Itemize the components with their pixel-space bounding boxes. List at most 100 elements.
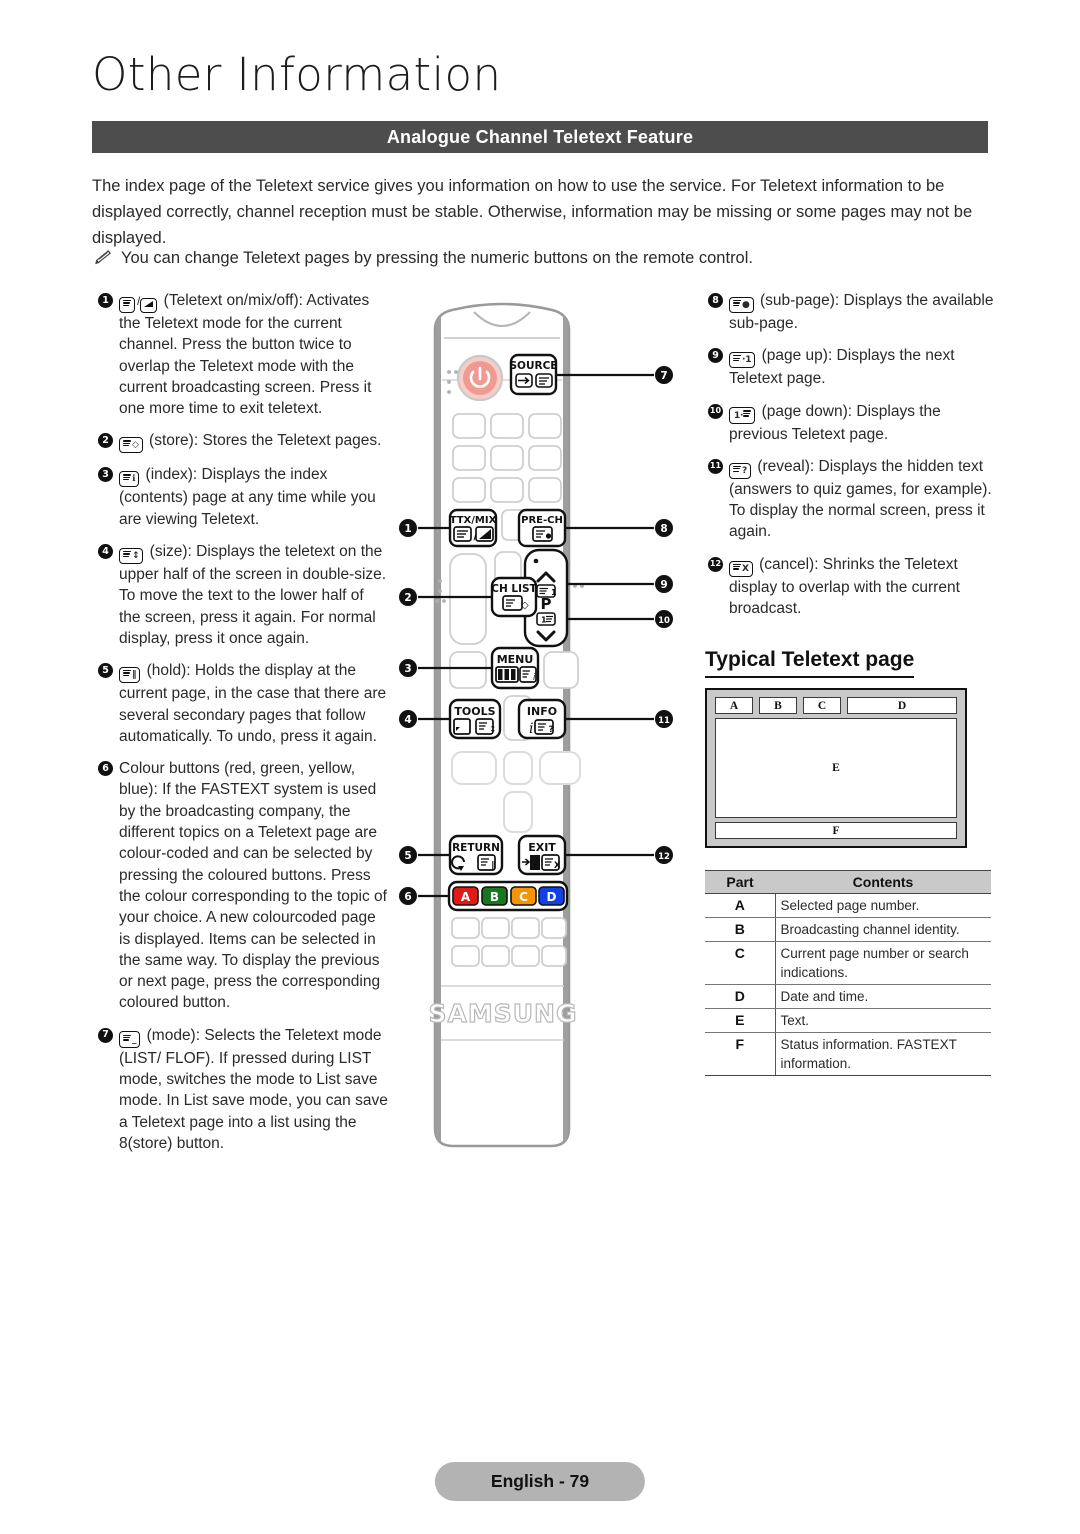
cell-part: F [705,1032,776,1076]
cell-contents: Date and time. [775,984,991,1009]
left-description-column: 1 / (Teletext on/mix/off): Activates the… [98,290,388,1165]
svg-text:5: 5 [404,850,411,862]
svg-text:SOURCE: SOURCE [510,360,558,372]
callout-number: 4 [98,544,119,560]
svg-text:PRE-CH: PRE-CH [521,515,563,526]
list-item: 5 ‖ (hold): Holds the display at the cur… [98,660,388,747]
list-item-text: (size): Displays the teletext on the upp… [119,543,387,647]
svg-text:12: 12 [658,852,670,862]
svg-text:8: 8 [660,523,667,535]
page-down-icon: 1· [729,407,756,424]
list-item-body: ● (sub-page): Displays the available sub… [729,290,996,334]
svg-text:6: 6 [404,891,411,903]
svg-text:P: P [541,595,552,613]
svg-text:3: 3 [404,663,411,675]
manual-page: Other Information Analogue Channel Telet… [0,0,1080,1534]
svg-text:D: D [547,890,557,904]
svg-text:CH LIST: CH LIST [491,583,537,595]
right-description-column: 8 ● (sub-page): Displays the available s… [708,290,996,630]
list-item-text: (mode): Selects the Teletext mode (LIST/… [119,1026,388,1152]
svg-text:RETURN: RETURN [452,842,500,854]
svg-text:9: 9 [660,579,667,591]
reveal-icon: ? [729,462,752,479]
svg-text:4: 4 [404,714,411,726]
svg-text:2: 2 [404,592,411,604]
table-row: B Broadcasting channel identity. [705,917,991,942]
diagram-part-f: F [715,822,957,839]
list-item-body: / (Teletext on/mix/off): Activates the T… [119,292,372,418]
table-header-row: Part Contents [705,870,991,894]
svg-text:MENU: MENU [497,653,534,666]
list-item-text: (page down): Displays the previous Telet… [729,402,941,443]
list-item-body: X (cancel): Shrinks the Teletext display… [729,554,996,620]
diagram-part-a: A [715,697,753,714]
svg-text:B: B [490,890,499,904]
list-item-body: ◇ (store): Stores the Teletext pages. [119,430,388,454]
mode-icon: _ [119,1031,141,1048]
cell-contents: Status information. FASTEXT information. [775,1032,991,1076]
list-item-body: ‖ (hold): Holds the display at the curre… [119,660,388,747]
intro-paragraph: The index page of the Teletext service g… [92,177,973,247]
section-band: Analogue Channel Teletext Feature [92,121,988,153]
table-row: C Current page number or search indicati… [705,941,991,985]
cell-part: B [705,917,776,942]
remote-control-illustration: SOURCE TTX/MIX / [392,296,692,1176]
svg-text:A: A [461,890,471,904]
table-row: D Date and time. [705,984,991,1009]
table-row: A Selected page number. [705,893,991,918]
cell-contents: Current page number or search indication… [775,941,991,985]
svg-text:EXIT: EXIT [528,841,556,854]
list-item: 7 _ (mode): Selects the Teletext mode (L… [98,1025,388,1154]
hold-icon: ‖ [119,667,141,684]
list-item-body: ℹ (index): Displays the index (contents)… [119,464,388,530]
teletext-mix-icon [140,298,158,313]
list-item-body: ·1 (page up): Displays the next Teletext… [729,345,996,389]
svg-text:↕: ↕ [489,725,497,735]
callout-number: 12 [708,556,729,572]
callout-number: 9 [708,348,729,364]
cell-part: C [705,941,776,985]
svg-text:i: i [529,721,533,737]
list-item: 2 ◇ (store): Stores the Teletext pages. [98,430,388,454]
callout-number: 6 [98,761,119,777]
sub-page-icon: ● [729,296,754,313]
svg-text:C: C [519,890,528,904]
page-title: Other Information [92,48,502,101]
callout-number: 11 [708,458,729,474]
index-icon: ℹ [119,471,140,488]
diagram-part-e: E [715,718,957,818]
size-icon: ↕ [119,547,144,565]
svg-text:‖: ‖ [491,861,496,871]
svg-text:X: X [554,861,561,871]
list-item-text: (page up): Displays the next Teletext pa… [729,347,955,388]
svg-text:◇: ◇ [521,600,529,611]
callout-number: 10 [708,403,729,419]
svg-text:SAMSUNG: SAMSUNG [429,999,578,1028]
list-item-body: 1· (page down): Displays the previous Te… [729,401,996,445]
teletext-on-icon [119,296,135,313]
cell-contents: Text. [775,1008,991,1033]
callout-number: 8 [708,293,729,308]
list-item: 12 X (cancel): Shrinks the Teletext disp… [708,554,996,620]
list-item: 9 ·1 (page up): Displays the next Telete… [708,345,996,389]
list-item: 8 ● (sub-page): Displays the available s… [708,290,996,334]
list-item-text: (index): Displays the index (contents) p… [119,466,376,528]
diagram-part-d: D [847,697,957,714]
list-item: 4 ↕ (size): Displays the teletext on the… [98,541,388,649]
svg-text:10: 10 [658,616,670,626]
svg-text:1: 1 [404,523,411,535]
typical-teletext-page-heading: Typical Teletext page [705,648,915,678]
svg-text:TOOLS: TOOLS [454,705,495,718]
pencil-note-icon [95,248,112,272]
parts-contents-table: Part Contents A Selected page number. B … [705,870,991,1076]
cell-part: D [705,984,776,1009]
column-header-contents: Contents [775,870,991,894]
store-icon: ◇ [119,437,143,454]
svg-text:?: ? [549,725,554,735]
diagram-top-row: A B C D [715,697,957,714]
list-item-body: Colour buttons (red, green, yellow, blue… [119,758,388,1014]
list-item: 11 ? (reveal): Displays the hidden text … [708,456,996,543]
cell-contents: Broadcasting channel identity. [775,917,991,942]
callout-number: 2 [98,433,119,449]
svg-text:11: 11 [658,716,670,726]
